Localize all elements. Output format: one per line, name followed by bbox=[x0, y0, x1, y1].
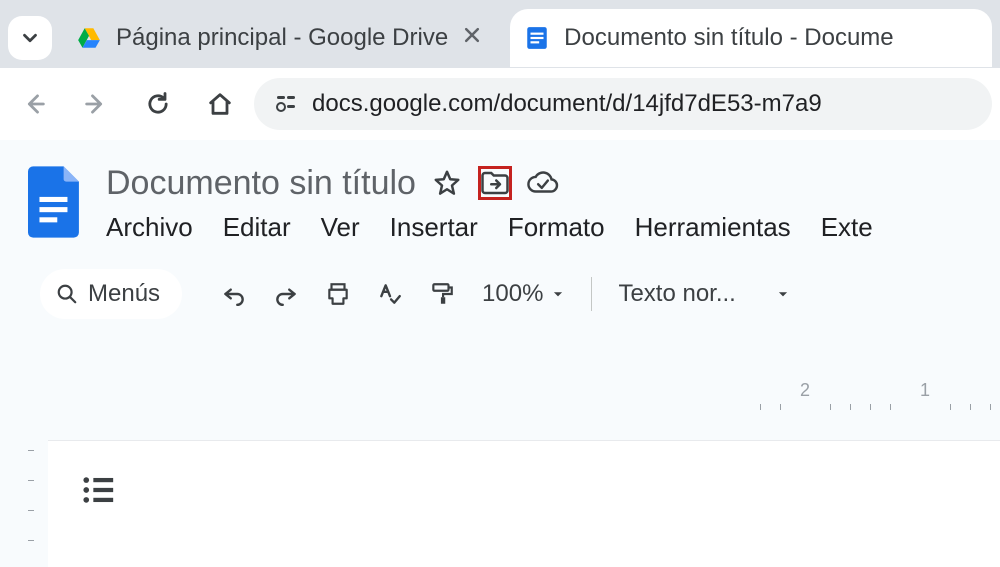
url-text: docs.google.com/document/d/14jfd7dE53-m7… bbox=[312, 90, 822, 118]
ruler-number: 2 bbox=[800, 380, 810, 401]
search-icon bbox=[56, 283, 78, 305]
browser-tab-strip: Página principal - Google Drive Document… bbox=[0, 0, 1000, 68]
browser-tab-docs[interactable]: Documento sin título - Docume bbox=[510, 9, 992, 67]
show-outline-button[interactable] bbox=[82, 475, 116, 510]
google-drive-icon bbox=[76, 25, 102, 51]
menus-search-button[interactable]: Menús bbox=[40, 269, 182, 319]
back-button[interactable] bbox=[20, 90, 48, 118]
menu-format[interactable]: Formato bbox=[508, 212, 605, 243]
move-button[interactable] bbox=[478, 166, 512, 200]
reload-button[interactable] bbox=[144, 90, 172, 118]
menus-label: Menús bbox=[88, 280, 160, 308]
star-icon bbox=[432, 168, 462, 198]
chevron-down-icon bbox=[19, 27, 41, 49]
forward-button[interactable] bbox=[82, 90, 110, 118]
menu-view[interactable]: Ver bbox=[321, 212, 360, 243]
print-button[interactable] bbox=[316, 272, 360, 316]
zoom-selector[interactable]: 100% bbox=[472, 280, 575, 308]
browser-toolbar: docs.google.com/document/d/14jfd7dE53-m7… bbox=[0, 68, 1000, 140]
reload-icon bbox=[144, 90, 172, 118]
menu-edit[interactable]: Editar bbox=[223, 212, 291, 243]
ruler-number: 1 bbox=[920, 380, 930, 401]
menu-insert[interactable]: Insertar bbox=[390, 212, 478, 243]
arrow-right-icon bbox=[82, 90, 110, 118]
zoom-value: 100% bbox=[482, 280, 543, 308]
spellcheck-icon bbox=[377, 281, 403, 307]
close-icon bbox=[462, 25, 482, 45]
paint-format-button[interactable] bbox=[420, 272, 464, 316]
folder-move-icon bbox=[480, 170, 510, 196]
caret-down-icon bbox=[551, 287, 565, 301]
docs-toolbar: Menús bbox=[40, 265, 978, 323]
arrow-left-icon bbox=[20, 90, 48, 118]
caret-down-icon bbox=[776, 287, 790, 301]
menu-bar: Archivo Editar Ver Insertar Formato Herr… bbox=[106, 212, 1000, 243]
browser-tab-drive[interactable]: Página principal - Google Drive bbox=[62, 9, 500, 67]
vertical-ruler bbox=[16, 440, 46, 567]
cloud-check-icon bbox=[526, 170, 560, 196]
horizontal-ruler: 2 1 bbox=[740, 380, 1000, 410]
site-settings-icon bbox=[274, 92, 298, 116]
star-button[interactable] bbox=[430, 166, 464, 200]
separator bbox=[591, 277, 592, 311]
undo-button[interactable] bbox=[212, 272, 256, 316]
tab-title: Página principal - Google Drive bbox=[116, 24, 448, 52]
paragraph-style-selector[interactable]: Texto nor... bbox=[608, 280, 799, 308]
document-title[interactable]: Documento sin título bbox=[106, 164, 416, 203]
tabs-overview-button[interactable] bbox=[8, 16, 52, 60]
home-icon bbox=[206, 90, 234, 118]
menu-tools[interactable]: Herramientas bbox=[635, 212, 791, 243]
google-docs-icon bbox=[524, 25, 550, 51]
document-canvas[interactable] bbox=[48, 440, 1000, 567]
redo-icon bbox=[273, 281, 299, 307]
paint-roller-icon bbox=[429, 281, 455, 307]
undo-icon bbox=[221, 281, 247, 307]
cloud-status-button[interactable] bbox=[526, 166, 560, 200]
print-icon bbox=[325, 281, 351, 307]
list-icon bbox=[82, 475, 116, 505]
tab-title: Documento sin título - Docume bbox=[564, 24, 893, 52]
address-bar[interactable]: docs.google.com/document/d/14jfd7dE53-m7… bbox=[254, 78, 992, 130]
docs-app: Documento sin título bbox=[0, 140, 1000, 567]
docs-logo-icon[interactable] bbox=[28, 166, 84, 238]
menu-file[interactable]: Archivo bbox=[106, 212, 193, 243]
menu-extensions[interactable]: Exte bbox=[821, 212, 873, 243]
redo-button[interactable] bbox=[264, 272, 308, 316]
style-label: Texto nor... bbox=[618, 280, 735, 308]
home-button[interactable] bbox=[206, 90, 234, 118]
close-tab-button[interactable] bbox=[462, 24, 482, 52]
spellcheck-button[interactable] bbox=[368, 272, 412, 316]
